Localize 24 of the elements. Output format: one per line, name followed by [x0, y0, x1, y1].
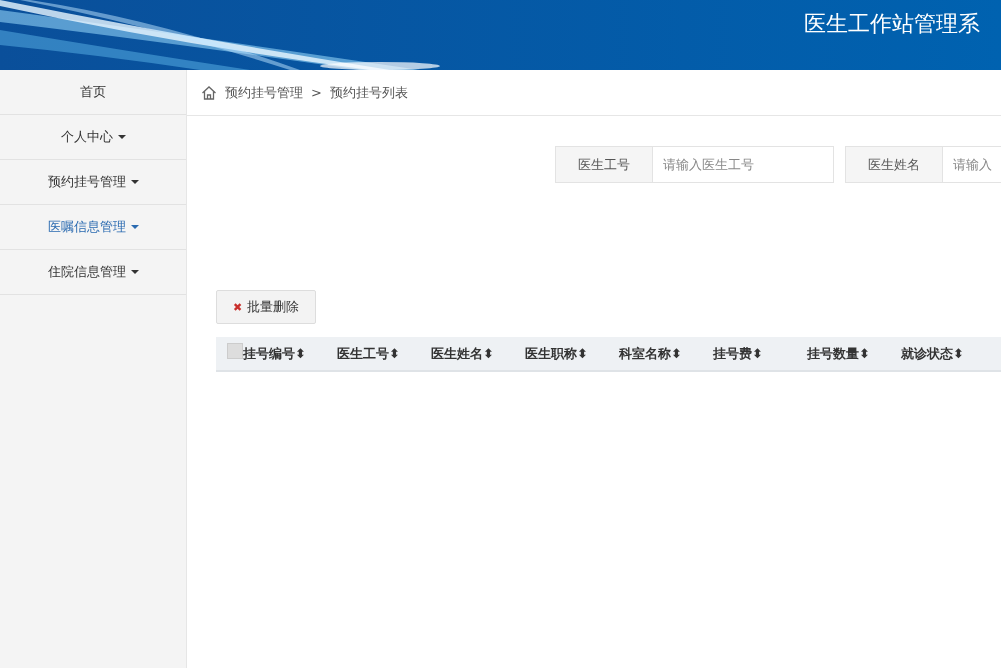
field-label: 医生工号 [556, 147, 653, 182]
field-label: 医生姓名 [846, 147, 943, 182]
home-icon[interactable] [201, 84, 217, 101]
sidebar-item[interactable]: 个人中心 [0, 115, 186, 160]
search-field[interactable]: 医生工号 请输入医生工号 [555, 146, 834, 183]
sidebar-item[interactable]: 首页 [0, 70, 186, 115]
breadcrumb-link[interactable]: 预约挂号管理 [225, 83, 303, 102]
column-header[interactable]: 医生工号⬍ [337, 344, 431, 363]
column-header[interactable]: 科室名称⬍ [619, 344, 713, 363]
sidebar-item[interactable]: 住院信息管理 [0, 250, 186, 295]
column-header[interactable]: 挂号编号⬍ [243, 344, 337, 363]
breadcrumb-link[interactable]: 预约挂号列表 [329, 83, 408, 102]
batch-delete-button[interactable]: ✖ 批量删除 [216, 290, 317, 324]
search-field[interactable]: 医生姓名 请输入 [845, 146, 1001, 183]
column-header[interactable]: 挂号费⬍ [713, 344, 807, 363]
sidebar-item[interactable]: 预约挂号管理 [0, 160, 186, 205]
breadcrumb-separator: > [311, 85, 322, 100]
sidebar-item[interactable]: 医嘱信息管理 [0, 205, 186, 250]
column-header[interactable]: 医生姓名⬍ [431, 344, 525, 363]
column-header[interactable]: 医生职称⬍ [525, 344, 619, 363]
select-all-checkbox[interactable] [227, 342, 243, 359]
system-title: 医生工作站管理系 [804, 10, 980, 38]
column-header[interactable]: 就诊状态⬍ [901, 344, 995, 363]
column-header[interactable]: 挂号数量⬍ [807, 344, 901, 363]
